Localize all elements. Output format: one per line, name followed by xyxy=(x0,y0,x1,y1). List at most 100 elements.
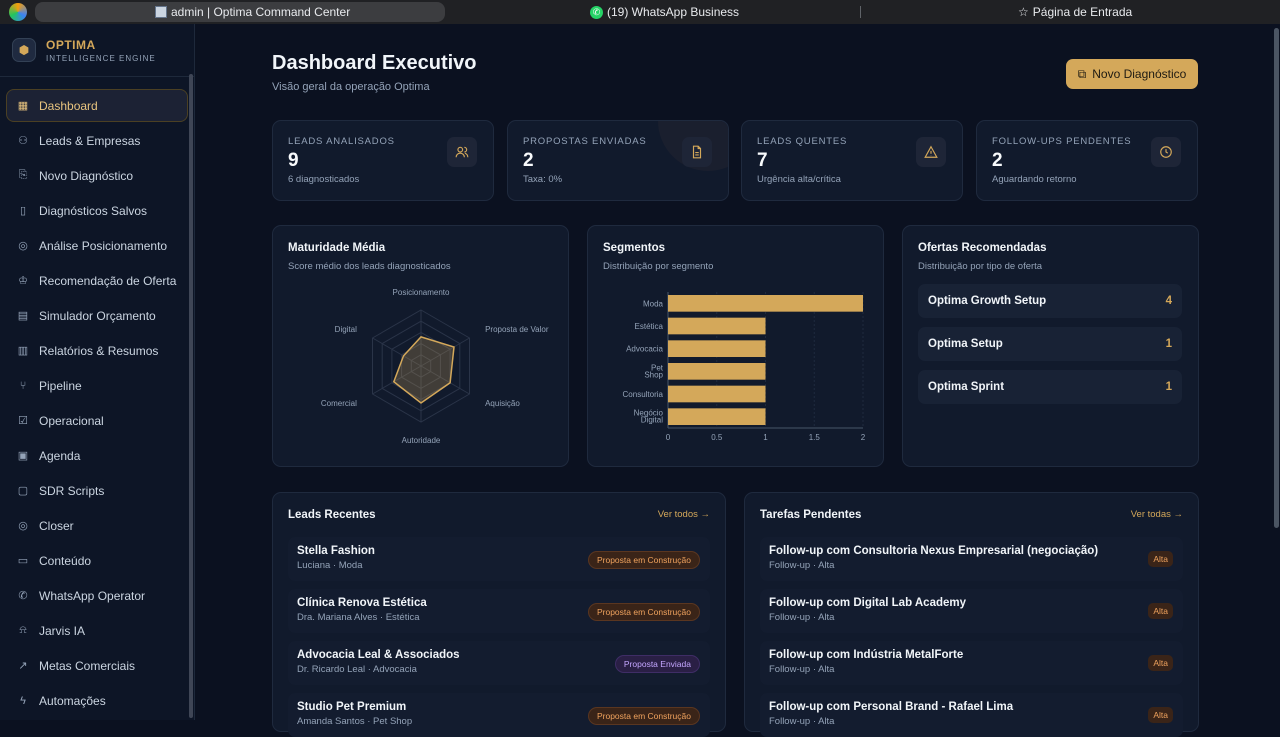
sidebar-item-pipeline[interactable]: ⑂ Pipeline xyxy=(6,369,188,402)
sidebar-scrollbar[interactable] xyxy=(189,74,193,718)
panel-subtitle: Distribuição por tipo de oferta xyxy=(918,261,1043,272)
whatsapp-icon: ✆ xyxy=(590,5,603,19)
offer-name: Optima Setup xyxy=(928,338,1003,350)
brand-tagline: INTELLIGENCE ENGINE xyxy=(46,53,156,63)
sidebar-item-operacional[interactable]: ☑ Operacional xyxy=(6,404,188,437)
priority-badge: Alta xyxy=(1148,707,1173,723)
segment-bar xyxy=(668,408,766,425)
sidebar-item-whatsapp-operator[interactable]: ✆ WhatsApp Operator xyxy=(6,579,188,612)
tab-whatsapp[interactable]: ✆ (19) WhatsApp Business xyxy=(590,2,739,22)
task-title: Follow-up com Personal Brand - Rafael Li… xyxy=(769,701,1014,713)
stat-card-proposals[interactable]: PROPOSTAS ENVIADAS 2 Taxa: 0% xyxy=(507,120,729,201)
sidebar-item-novo-diagnostico[interactable]: ⎘ Novo Diagnóstico xyxy=(6,159,188,192)
page-header: Dashboard Executivo Visão geral da opera… xyxy=(272,52,477,93)
sidebar-item-analise-posicionamento[interactable]: ◎ Análise Posicionamento xyxy=(6,229,188,262)
sidebar-item-recomendacao-de-oferta[interactable]: ♔ Recomendação de Oferta xyxy=(6,264,188,297)
book-icon: ▯ xyxy=(19,205,27,217)
stat-card-followups[interactable]: FOLLOW-UPS PENDENTES 2 Aguardando retorn… xyxy=(976,120,1198,201)
sidebar-item-metas-comerciais[interactable]: ↗ Metas Comerciais xyxy=(6,649,188,682)
panel-title: Tarefas Pendentes xyxy=(760,509,862,521)
sidebar-item-label: Análise Posicionamento xyxy=(39,238,168,253)
lead-row[interactable]: Advocacia Leal & Associados Dr. Ricardo … xyxy=(288,641,710,685)
tab-home[interactable]: ☆ Página de Entrada xyxy=(1018,2,1132,22)
browser-logo-icon[interactable] xyxy=(9,3,27,21)
checklist-icon: ☑ xyxy=(18,415,28,427)
bar-tick-label: 0 xyxy=(666,433,671,442)
view-all-leads-link[interactable]: Ver todos → xyxy=(658,509,710,521)
phone-icon: ✆ xyxy=(18,590,28,602)
radar-chart: Posicionamento Proposta de Valor Aquisição… xyxy=(321,288,549,445)
task-row[interactable]: Follow-up com Consultoria Nexus Empresar… xyxy=(760,537,1183,581)
bar-category-label: Estética xyxy=(635,322,664,331)
sidebar-item-closer[interactable]: ◎ Closer xyxy=(6,509,188,542)
tab-label: (19) WhatsApp Business xyxy=(607,5,740,19)
bar-tick-label: 1 xyxy=(763,433,768,442)
sidebar-item-label: Relatórios & Resumos xyxy=(39,343,159,358)
sidebar-item-automacoes[interactable]: ϟ Automações xyxy=(6,684,188,717)
bar-tick-label: 1.5 xyxy=(809,433,821,442)
segment-bar xyxy=(668,340,766,357)
tab-label: Página de Entrada xyxy=(1032,5,1133,19)
status-badge: Proposta em Construção xyxy=(587,603,700,621)
page-scrollbar[interactable] xyxy=(1274,28,1279,528)
brand-name: OPTIMA xyxy=(46,37,96,52)
sidebar-item-simulador-orcamento[interactable]: ▤ Simulador Orçamento xyxy=(6,299,188,332)
bar-category-label: Moda xyxy=(643,299,664,308)
offer-item[interactable]: Optima Setup 1 xyxy=(918,327,1182,361)
sidebar-item-label: Conteúdo xyxy=(39,553,92,568)
lead-row[interactable]: Stella Fashion Luciana · Moda Proposta e… xyxy=(288,537,710,581)
sidebar-item-jarvis-ia[interactable]: ⍾ Jarvis IA xyxy=(6,614,188,647)
users-icon xyxy=(447,137,477,167)
sidebar-item-label: Jarvis IA xyxy=(39,623,86,638)
task-row[interactable]: Follow-up com Personal Brand - Rafael Li… xyxy=(760,693,1183,737)
sidebar-item-relatorios-resumos[interactable]: ▥ Relatórios & Resumos xyxy=(6,334,188,367)
status-badge: Proposta em Construção xyxy=(587,551,700,569)
calculator-icon: ▤ xyxy=(17,310,29,322)
view-all-tasks-link[interactable]: Ver todas → xyxy=(1131,509,1183,521)
target-icon: ◎ xyxy=(18,520,28,532)
bar-tick-label: 2 xyxy=(861,433,866,442)
panel-title: Leads Recentes xyxy=(288,509,376,521)
radar-axis-label: Aquisição xyxy=(485,399,520,408)
priority-badge: Alta xyxy=(1148,655,1173,671)
new-diagnostic-label: Novo Diagnóstico xyxy=(1092,67,1187,81)
radar-axis-label: Proposta de Valor xyxy=(485,325,549,334)
tab-divider xyxy=(860,6,861,18)
sidebar-item-label: Novo Diagnóstico xyxy=(39,168,134,183)
grid-icon: ▦ xyxy=(17,100,29,112)
tab-optima[interactable]: admin | Optima Command Center xyxy=(35,2,445,22)
sidebar-item-leads-empresas[interactable]: ⚇ Leads & Empresas xyxy=(6,124,188,157)
segment-bar xyxy=(668,295,863,312)
sidebar-item-agenda[interactable]: ▣ Agenda xyxy=(6,439,188,472)
priority-badge: Alta xyxy=(1148,603,1173,619)
recent-leads-panel: Leads Recentes Ver todos → Stella Fashio… xyxy=(272,492,726,737)
browser-bar: admin | Optima Command Center ✆ (19) Wha… xyxy=(0,0,1280,24)
sidebar-item-label: Recomendação de Oferta xyxy=(39,273,177,288)
sidebar-item-diagnosticos-salvos[interactable]: ▯ Diagnósticos Salvos xyxy=(6,194,188,227)
sidebar-item-conteudo[interactable]: ▭ Conteúdo xyxy=(6,544,188,577)
zap-icon: ϟ xyxy=(20,694,26,707)
sidebar-item-dashboard[interactable]: ▦ Dashboard xyxy=(6,89,188,122)
sidebar-item-sdr-scripts[interactable]: ▢ SDR Scripts xyxy=(6,474,188,507)
sidebar-item-label: WhatsApp Operator xyxy=(39,588,146,603)
offer-item[interactable]: Optima Sprint 1 xyxy=(918,370,1182,404)
stat-card-hot-leads[interactable]: LEADS QUENTES 7 Urgência alta/crítica xyxy=(741,120,963,201)
lead-row[interactable]: Clínica Renova Estética Dra. Mariana Alv… xyxy=(288,589,710,633)
bar-category-label: Digital xyxy=(641,416,663,425)
task-row[interactable]: Follow-up com Digital Lab Academy Follow… xyxy=(760,589,1183,633)
task-sub: Follow-up · Alta xyxy=(769,716,835,727)
segment-bar xyxy=(668,363,766,380)
task-title: Follow-up com Consultoria Nexus Empresar… xyxy=(769,545,1099,557)
stat-card-leads[interactable]: LEADS ANALISADOS 9 6 diagnosticados xyxy=(272,120,494,201)
task-title: Follow-up com Indústria MetalForte xyxy=(769,649,964,661)
brand[interactable]: ⬢ OPTIMA INTELLIGENCE ENGINE xyxy=(0,24,194,77)
new-diagnostic-button[interactable]: ⧉ Novo Diagnóstico xyxy=(1066,59,1198,89)
stat-sub: Taxa: 0% xyxy=(523,174,563,185)
sidebar-item-label: Metas Comerciais xyxy=(39,658,136,673)
offer-item[interactable]: Optima Growth Setup 4 xyxy=(918,284,1182,318)
task-row[interactable]: Follow-up com Indústria MetalForte Follo… xyxy=(760,641,1183,685)
lead-row[interactable]: Studio Pet Premium Amanda Santos · Pet S… xyxy=(288,693,710,737)
offer-count: 4 xyxy=(1165,295,1172,307)
target-icon: ◎ xyxy=(18,240,28,252)
status-badge: Proposta Enviada xyxy=(614,655,700,673)
